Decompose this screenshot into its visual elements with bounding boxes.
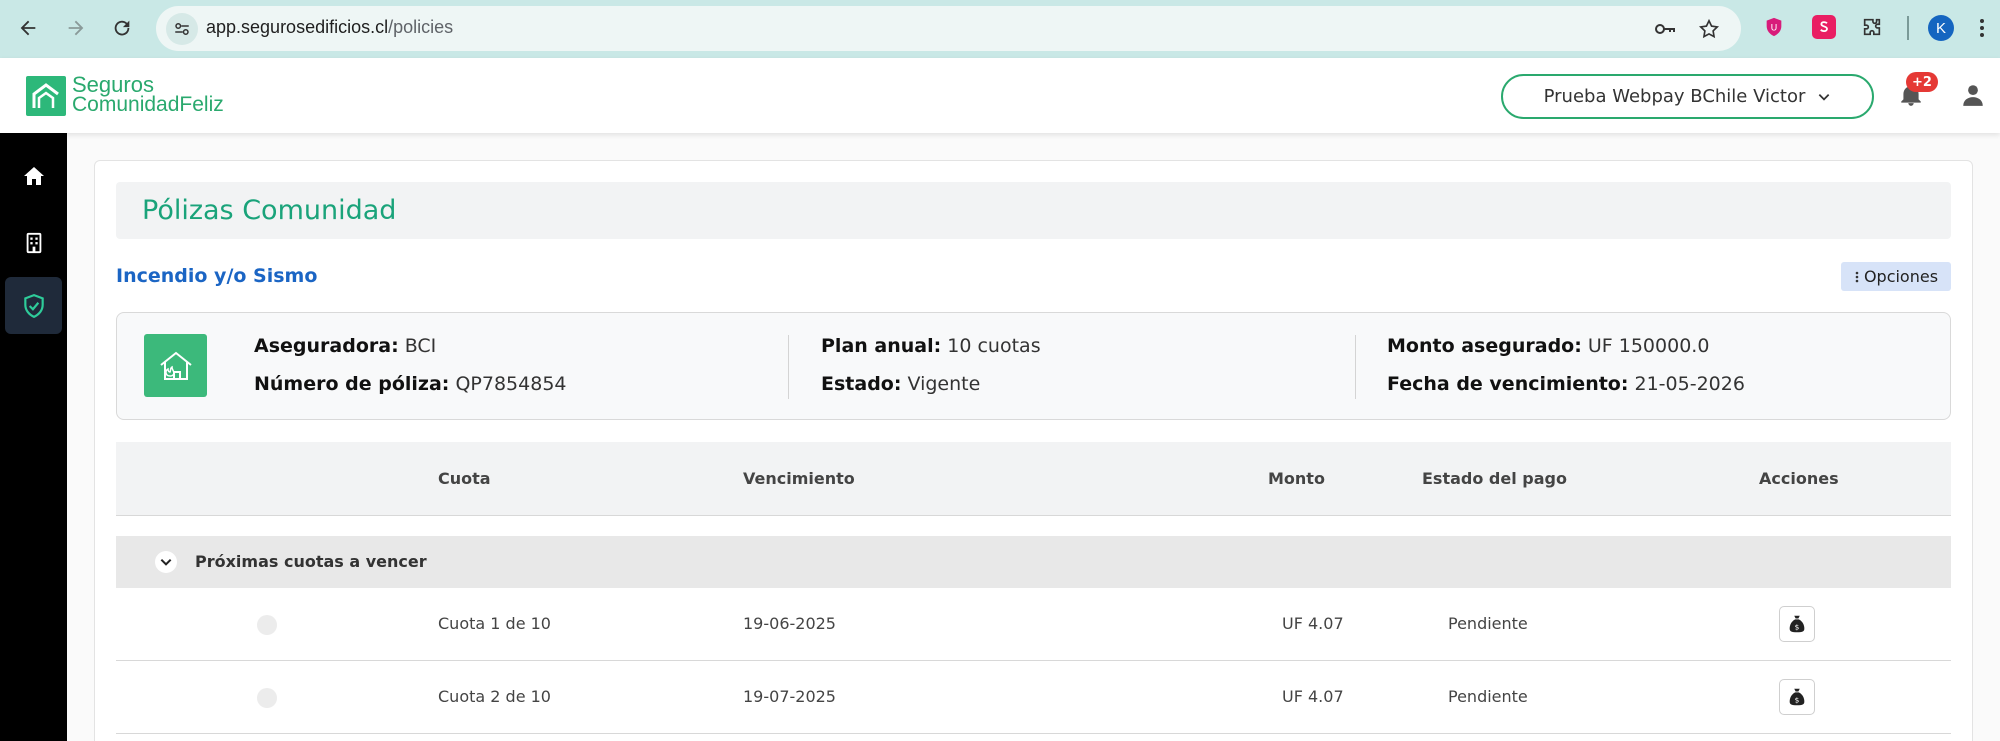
logo-house-icon	[26, 76, 66, 116]
notifications-badge: +2	[1906, 72, 1938, 92]
home-icon	[23, 166, 44, 185]
cell-cuota: Cuota 2 de 10	[438, 687, 551, 706]
pay-button[interactable]: $	[1779, 679, 1815, 715]
more-vertical-icon	[1855, 271, 1859, 282]
plan-info: Plan anual: 10 cuotas	[821, 335, 1041, 357]
browser-toolbar: app.segurosedificios.cl/policies U K	[0, 0, 2000, 58]
house-fire-icon	[144, 334, 207, 397]
group-label: Próximas cuotas a vencer	[195, 552, 427, 571]
sidebar-item-policies[interactable]	[5, 277, 62, 334]
upcoming-installments-group[interactable]: Próximas cuotas a vencer	[116, 536, 1951, 588]
table-row: Cuota 2 de 10 19-07-2025 UF 4.07 Pendien…	[116, 661, 1951, 734]
profile-avatar[interactable]: K	[1928, 15, 1954, 41]
sidebar	[0, 133, 67, 741]
sidebar-item-home[interactable]	[5, 147, 62, 204]
section-title: Incendio y/o Sismo	[116, 265, 318, 287]
column-header-acciones: Acciones	[1759, 469, 1839, 488]
options-label: Opciones	[1863, 267, 1939, 286]
row-select-radio[interactable]	[257, 688, 277, 708]
url-text[interactable]: app.segurosedificios.cl/policies	[206, 17, 453, 38]
community-selector[interactable]: Prueba Webpay BChile Victor	[1501, 74, 1874, 119]
extension-shield-icon[interactable]: U	[1762, 15, 1786, 39]
info-divider	[1355, 335, 1356, 399]
expiry-date-info: Fecha de vencimiento: 21-05-2026	[1387, 373, 1745, 395]
user-account-icon[interactable]	[1960, 82, 1986, 108]
status-info: Estado: Vigente	[821, 373, 981, 395]
cell-estado: Pendiente	[1448, 614, 1528, 633]
password-key-icon[interactable]	[1653, 17, 1677, 41]
app-header: Seguros ComunidadFeliz Prueba Webpay BCh…	[0, 58, 2000, 133]
chevron-down-icon[interactable]	[155, 551, 177, 573]
logo-line-2: ComunidadFeliz	[72, 93, 224, 116]
cell-estado: Pendiente	[1448, 687, 1528, 706]
policy-summary: Aseguradora: BCI Número de póliza: QP785…	[116, 312, 1951, 420]
money-bag-icon: $	[1789, 688, 1805, 706]
page-title: Pólizas Comunidad	[142, 195, 397, 226]
column-header-vencimiento: Vencimiento	[743, 469, 855, 488]
back-icon[interactable]	[12, 12, 44, 44]
options-button[interactable]: Opciones	[1841, 262, 1951, 291]
svg-text:U: U	[1771, 23, 1778, 34]
cell-cuota: Cuota 1 de 10	[438, 614, 551, 633]
site-settings-icon[interactable]	[166, 13, 198, 45]
logo[interactable]: Seguros ComunidadFeliz	[72, 72, 224, 116]
policy-number-info: Número de póliza: QP7854854	[254, 373, 567, 395]
chevron-down-icon	[1819, 93, 1830, 101]
insured-amount-info: Monto asegurado: UF 150000.0	[1387, 335, 1710, 357]
page-title-bar: Pólizas Comunidad	[116, 182, 1951, 239]
svg-text:$: $	[1795, 696, 1800, 705]
svg-text:$: $	[1795, 623, 1800, 632]
sidebar-item-buildings[interactable]	[5, 214, 62, 271]
cell-monto: UF 4.07	[1282, 687, 1344, 706]
cell-vencimiento: 19-07-2025	[743, 687, 836, 706]
bookmark-star-icon[interactable]	[1697, 17, 1721, 41]
main-content: Pólizas Comunidad Incendio y/o Sismo Opc…	[67, 133, 2000, 741]
extensions-puzzle-icon[interactable]	[1860, 15, 1884, 39]
insurer-info: Aseguradora: BCI	[254, 335, 437, 357]
building-icon	[26, 232, 41, 253]
cell-vencimiento: 19-06-2025	[743, 614, 836, 633]
community-selector-label: Prueba Webpay BChile Victor	[1543, 86, 1806, 107]
table-row: Cuota 1 de 10 19-06-2025 UF 4.07 Pendien…	[116, 588, 1951, 661]
column-header-cuota: Cuota	[438, 469, 491, 488]
logo-line-1: Seguros	[72, 72, 154, 97]
cell-monto: UF 4.07	[1282, 614, 1344, 633]
info-divider	[788, 335, 789, 399]
forward-icon[interactable]	[60, 12, 92, 44]
reload-icon[interactable]	[106, 12, 138, 44]
column-header-estado: Estado del pago	[1422, 469, 1567, 488]
browser-menu-icon[interactable]	[1972, 14, 1992, 42]
extension-s-icon[interactable]	[1812, 15, 1836, 39]
policies-card: Pólizas Comunidad Incendio y/o Sismo Opc…	[94, 160, 1973, 741]
installments-table-header: Cuota Vencimiento Monto Estado del pago …	[116, 442, 1951, 516]
address-bar[interactable]: app.segurosedificios.cl/policies	[156, 6, 1741, 51]
money-bag-icon: $	[1789, 615, 1805, 633]
shield-check-icon	[23, 293, 44, 318]
column-header-monto: Monto	[1268, 469, 1325, 488]
toolbar-divider	[1907, 16, 1909, 40]
row-select-radio[interactable]	[257, 615, 277, 635]
pay-button[interactable]: $	[1779, 606, 1815, 642]
